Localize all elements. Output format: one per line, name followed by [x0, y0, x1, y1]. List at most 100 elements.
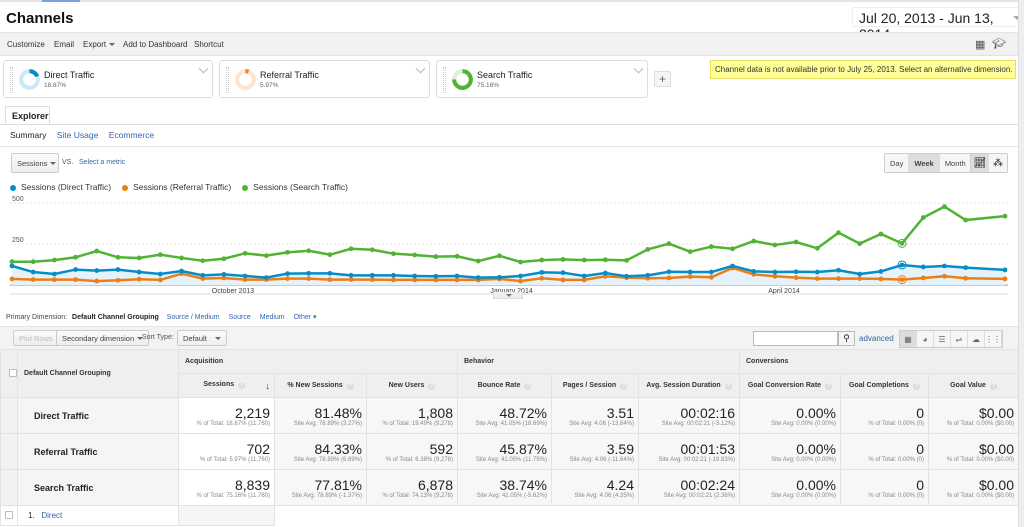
comparison-view-icon[interactable]: ⇌ — [951, 331, 968, 347]
add-segment-button[interactable]: + — [654, 71, 671, 87]
secondary-dimension-select[interactable]: Secondary dimension — [56, 330, 150, 346]
select-metric-link[interactable]: Select a metric — [79, 159, 125, 166]
metric-value: 8,839 — [234, 476, 270, 493]
export-button[interactable]: Export — [83, 40, 116, 49]
column-header[interactable]: Goal Conversion Rate? — [739, 373, 841, 398]
motion-chart-icon[interactable]: ⁂ — [989, 154, 1007, 172]
tab-explorer[interactable]: Explorer — [5, 106, 50, 125]
metric-cell: 00:01:53 Site Avg: 00:02:21 (-19.83%) — [638, 433, 740, 470]
segment-card-referral[interactable]: Referral Traffic 5.97% — [219, 60, 430, 98]
plot-rows-button[interactable]: Plot Rows — [13, 330, 59, 346]
drag-handle[interactable] — [10, 67, 13, 93]
add-to-dashboard-button[interactable]: Add to Dashboard — [123, 40, 188, 49]
term-cloud-icon[interactable]: ☁ — [968, 331, 985, 347]
row-checkbox[interactable] — [5, 510, 13, 519]
subtab-ecommerce[interactable]: Ecommerce — [109, 130, 154, 140]
column-header[interactable]: New Users? — [366, 373, 458, 398]
chevron-down-icon[interactable] — [415, 63, 426, 74]
help-icon[interactable]: ? — [912, 382, 920, 390]
shortcut-button[interactable]: Shortcut — [194, 40, 224, 49]
column-header[interactable]: Pages / Session? — [551, 373, 639, 398]
data-point — [327, 252, 333, 258]
metric-cell: 6,878% of Total: 74.13% (9,278) — [366, 469, 458, 506]
period-day-button[interactable]: Day — [885, 154, 910, 172]
help-icon[interactable]: ? — [428, 382, 436, 390]
help-icon[interactable]: ? — [620, 382, 628, 390]
data-point — [942, 263, 947, 269]
data-point — [1002, 213, 1008, 219]
pivot-view-icon[interactable]: ⋮⋮ — [985, 331, 1002, 347]
help-icon[interactable]: ? — [238, 381, 246, 389]
dimension-medium[interactable]: Medium — [260, 314, 285, 321]
dimension-other[interactable]: Other ▾ — [294, 314, 317, 321]
email-button[interactable]: Email — [54, 40, 74, 49]
performance-view-icon[interactable]: ☰ — [934, 331, 951, 347]
data-point — [285, 249, 290, 255]
segment-card-search[interactable]: Search Traffic 75.16% — [436, 60, 648, 98]
advanced-filter-link[interactable]: advanced — [859, 334, 894, 343]
column-label: New Users — [388, 381, 425, 389]
table-row: Referral Traffic 702% of Total: 5.97% (11… — [0, 433, 1020, 470]
metric-value: 702 — [246, 440, 270, 457]
select-all-checkbox[interactable] — [9, 368, 17, 377]
period-week-button[interactable]: Week — [909, 154, 940, 172]
data-point — [963, 275, 969, 281]
column-label: Avg. Session Duration — [646, 381, 721, 389]
metric-comparison: Site Avg: 4.06 (4.35%) — [574, 492, 634, 499]
data-point — [327, 277, 333, 282]
legend-item-referral[interactable]: Sessions (Referral Traffic) — [122, 182, 231, 192]
page-scrollbar[interactable] — [1018, 0, 1024, 527]
data-point — [920, 264, 926, 270]
customize-button[interactable]: Customize — [7, 40, 45, 49]
column-header[interactable]: Goal Value? — [927, 373, 1020, 398]
dimension-source-medium[interactable]: Source / Medium — [167, 314, 220, 321]
data-point — [624, 273, 629, 279]
pie-view-icon[interactable]: ◕ — [917, 331, 934, 347]
column-header[interactable]: Bounce Rate? — [457, 373, 552, 398]
drag-handle[interactable] — [226, 67, 229, 93]
help-icon[interactable]: ? — [524, 382, 532, 390]
line-chart-icon[interactable]: 📈︎ — [971, 154, 989, 172]
metric-comparison: % of Total: 0.00% ($0.00) — [946, 456, 1015, 463]
data-point — [391, 272, 396, 278]
sort-type-select[interactable]: Default — [177, 330, 227, 346]
channels-table: Default Channel Grouping Acquisition Beh… — [0, 349, 1020, 526]
metric-cell: 0% of Total: 0.00% (0) — [840, 433, 929, 470]
table-view-icon[interactable]: ▦ — [900, 331, 917, 347]
column-header[interactable]: % New Sessions? — [274, 373, 367, 398]
subtab-site-usage[interactable]: Site Usage — [57, 130, 99, 140]
data-point — [708, 274, 714, 280]
row-link[interactable]: Direct — [41, 511, 62, 520]
chevron-down-icon[interactable] — [198, 63, 209, 74]
search-icon[interactable]: ⚲ — [838, 331, 855, 346]
row-spacer — [0, 433, 18, 470]
legend-label: Sessions (Referral Traffic) — [133, 182, 232, 192]
legend-item-search[interactable]: Sessions (Search Traffic) — [242, 182, 348, 192]
help-icon[interactable]: ? — [346, 382, 354, 390]
metric-comparison: Site Avg: 00:02:21 (-3.12%) — [661, 420, 735, 427]
help-icon[interactable]: ? — [724, 382, 732, 390]
subtab-summary[interactable]: Summary — [10, 130, 46, 140]
chevron-down-icon[interactable] — [633, 63, 644, 74]
data-point — [963, 217, 969, 223]
metric-cell: 77.81% Site Avg: 78.89% (-1.37%) — [274, 469, 367, 506]
metric-select[interactable]: Sessions — [11, 153, 59, 173]
column-header[interactable]: Goal Completions? — [840, 373, 929, 398]
table-search-input[interactable] — [753, 331, 838, 346]
metric-value: 592 — [429, 440, 453, 457]
column-header[interactable]: Sessions? ↓ — [178, 373, 275, 398]
dimension-default-channel-grouping[interactable]: Default Channel Grouping — [72, 314, 159, 321]
drag-handle[interactable] — [443, 67, 446, 93]
help-icon[interactable]: ? — [989, 382, 997, 390]
date-range-picker[interactable]: Jul 20, 2013 - Jun 13, 2014 — [852, 7, 1024, 42]
graduation-cap-icon[interactable]: 🎓︎ — [992, 37, 1006, 50]
period-month-button[interactable]: Month — [939, 154, 972, 172]
legend-item-direct[interactable]: Sessions (Direct Traffic) — [10, 182, 111, 192]
chart-resize-handle[interactable] — [493, 292, 523, 299]
dimension-source[interactable]: Source — [229, 314, 251, 321]
qr-code-icon[interactable]: ▦ — [975, 38, 985, 51]
segment-card-direct[interactable]: Direct Traffic 18.87% — [3, 60, 213, 98]
help-icon[interactable]: ? — [825, 382, 833, 390]
column-header[interactable]: Avg. Session Duration? — [638, 373, 740, 398]
dimension-header[interactable]: Default Channel Grouping — [17, 349, 179, 398]
